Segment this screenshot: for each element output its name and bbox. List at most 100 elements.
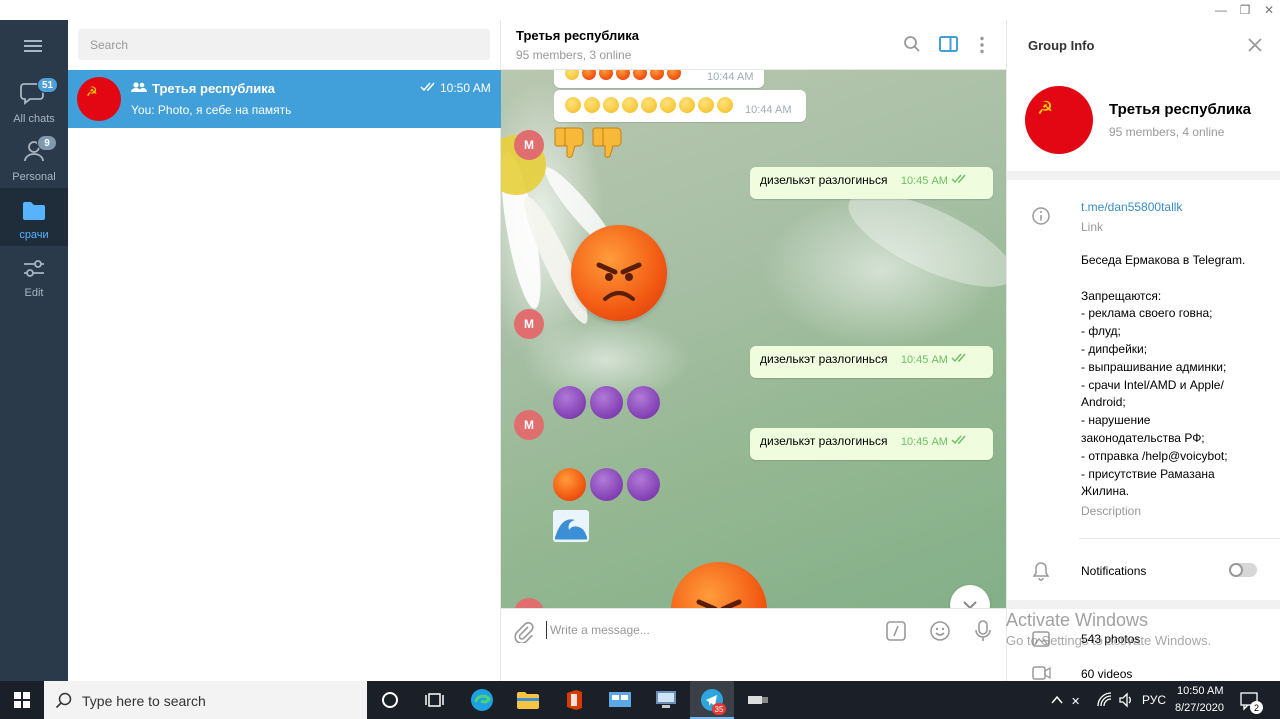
- double-check-icon: [951, 173, 969, 187]
- thumbs-down-emoji[interactable]: [553, 124, 629, 165]
- sender-avatar[interactable]: M: [514, 410, 544, 440]
- description-label: Description: [1081, 504, 1142, 518]
- wifi-icon[interactable]: [1096, 692, 1114, 711]
- search-input[interactable]: Search: [78, 29, 490, 60]
- description-line: Беседа Ермакова в Telegram.: [1081, 253, 1246, 267]
- file-explorer-icon[interactable]: [506, 681, 550, 719]
- description-line: - отправка /help@voicybot;: [1081, 448, 1228, 463]
- notifications-toggle[interactable]: [1229, 563, 1257, 577]
- message-time: 10:45 AM: [900, 436, 948, 448]
- usb-drive-icon[interactable]: [736, 681, 780, 719]
- group-icon: [131, 81, 147, 96]
- attach-icon[interactable]: [512, 621, 534, 646]
- message-time: 10:44 AM: [707, 71, 754, 83]
- double-check-icon: [951, 352, 969, 366]
- clock-time[interactable]: 10:50 AM: [1177, 685, 1223, 697]
- search-icon[interactable]: [903, 35, 921, 56]
- text-cursor: [546, 621, 547, 639]
- notifications-label: Notifications: [1081, 564, 1147, 578]
- notification-count-badge: 2: [1250, 701, 1263, 714]
- edge-icon[interactable]: [460, 681, 504, 719]
- task-view-icon[interactable]: [412, 681, 456, 719]
- outgoing-message[interactable]: дизелькэт разлогинься 10:45 AM: [750, 167, 993, 199]
- folder-all-chats[interactable]: 51 All chats: [0, 72, 68, 130]
- folder-label: срачи: [19, 229, 49, 241]
- wave-emoji[interactable]: [553, 510, 589, 542]
- close-window-button[interactable]: ✕: [1258, 0, 1280, 20]
- menu-icon[interactable]: [22, 37, 46, 55]
- folder-edit[interactable]: Edit: [0, 246, 68, 304]
- description-line: - флуд;: [1081, 324, 1121, 339]
- info-icon: [1031, 206, 1051, 229]
- chat-title: Третья республика: [152, 81, 276, 96]
- windows-icon: [14, 692, 30, 708]
- mixed-emoji-row[interactable]: [553, 468, 660, 504]
- microphone-icon[interactable]: [974, 619, 992, 646]
- remote-desktop-icon[interactable]: [644, 681, 688, 719]
- chat-header-status: 95 members, 3 online: [516, 48, 632, 62]
- messages-area[interactable]: 10:44 AM 10:44 AM M дизелькэт разлогиньс…: [501, 70, 1006, 658]
- maximize-button[interactable]: ❐: [1234, 0, 1256, 20]
- chat-header: Третья республика 95 members, 3 online: [501, 20, 1006, 70]
- cortana-icon[interactable]: [368, 681, 412, 719]
- chevron-up-icon[interactable]: [1051, 693, 1063, 708]
- clock-date[interactable]: 8/27/2020: [1175, 702, 1224, 714]
- outgoing-message[interactable]: дизелькэт разлогинься 10:45 AM: [750, 346, 993, 378]
- speaker-icon[interactable]: [1118, 692, 1136, 711]
- message-bubble[interactable]: 10:44 AM: [554, 70, 764, 88]
- activate-windows-subtitle: Go to Settings to activate Windows.: [1006, 633, 1212, 648]
- chat-header-title[interactable]: Третья республика: [516, 28, 639, 43]
- description-line: - дипфейки;: [1081, 341, 1148, 356]
- taskbar-search-box[interactable]: Type here to search: [44, 681, 367, 719]
- office-icon[interactable]: [552, 681, 596, 719]
- message-input[interactable]: Write a message...: [550, 623, 650, 637]
- link-label: Link: [1081, 220, 1104, 234]
- angry-face-sticker[interactable]: [571, 225, 667, 321]
- message-time: 10:45 AM: [900, 354, 948, 366]
- outgoing-message[interactable]: дизелькэт разлогинься 10:45 AM: [750, 428, 993, 460]
- language-indicator[interactable]: РУС: [1142, 693, 1166, 707]
- start-button[interactable]: [0, 681, 44, 719]
- unread-badge: 9: [37, 135, 57, 151]
- devil-emoji-row[interactable]: [553, 386, 660, 422]
- invite-link[interactable]: t.me/dan55800tallk: [1081, 200, 1182, 214]
- minimize-button[interactable]: —: [1210, 0, 1232, 20]
- close-icon[interactable]: [1247, 37, 1263, 56]
- folder-icon: [21, 200, 47, 225]
- folder-srachi[interactable]: срачи: [0, 188, 68, 246]
- sender-avatar[interactable]: M: [514, 309, 544, 339]
- more-options-icon[interactable]: [979, 36, 985, 57]
- folder-personal[interactable]: 9 Personal: [0, 130, 68, 188]
- sidebar-toggle-icon[interactable]: [939, 36, 959, 56]
- message-bubble[interactable]: 10:44 AM: [554, 90, 806, 122]
- description-line: [1081, 270, 1276, 288]
- folder-label: All chats: [13, 113, 55, 125]
- description-line: законодательства РФ;: [1081, 430, 1205, 445]
- input-method-icon[interactable]: ✕: [1071, 692, 1089, 711]
- control-panel-icon[interactable]: [598, 681, 642, 719]
- chat-list-item[interactable]: ☭ Третья республика 10:50 AM You: Photo,…: [68, 70, 501, 128]
- emoji-icon[interactable]: [929, 620, 951, 645]
- divider: [1079, 538, 1280, 539]
- telegram-taskbar-button[interactable]: 35: [690, 681, 734, 719]
- activate-windows-title: Activate Windows: [1006, 610, 1149, 630]
- description-line: - присутствие Рамазана: [1081, 466, 1215, 481]
- description-line: Жилина.: [1081, 484, 1130, 499]
- unread-badge: 51: [37, 77, 59, 93]
- folder-label: Personal: [12, 171, 56, 183]
- videos-count[interactable]: 60 videos: [1081, 667, 1132, 681]
- chat-time: 10:50 AM: [440, 81, 491, 95]
- double-check-icon: [951, 434, 969, 448]
- bell-icon: [1032, 561, 1050, 584]
- group-avatar[interactable]: ☭: [1025, 86, 1093, 154]
- bot-commands-icon[interactable]: [885, 620, 907, 645]
- chat-avatar: ☭: [77, 77, 121, 121]
- hammer-sickle-icon: ☭: [86, 85, 98, 100]
- telegram-unread-badge: 35: [712, 703, 726, 715]
- sliders-icon: [22, 258, 46, 283]
- description-line: - нарушение: [1081, 413, 1151, 428]
- folder-label: Edit: [24, 287, 44, 299]
- sender-avatar[interactable]: M: [514, 130, 544, 160]
- panel-title: Group Info: [1028, 38, 1095, 53]
- windows-taskbar: Type here to search 35 ✕ РУС 10:50 AM 8/…: [0, 681, 1280, 719]
